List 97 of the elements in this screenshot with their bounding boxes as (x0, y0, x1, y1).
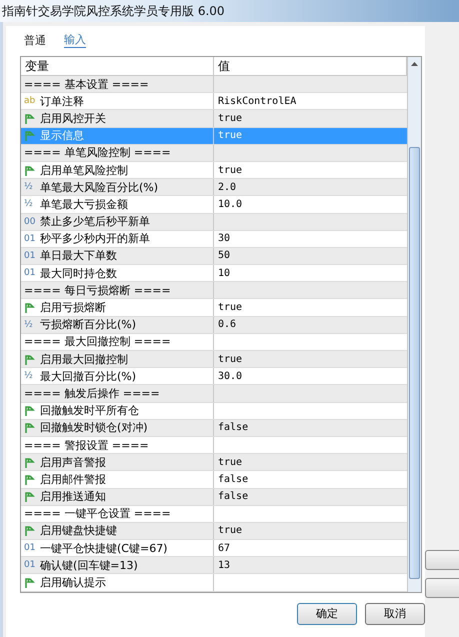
parameter-name: 确认键(回车键=13) (40, 558, 138, 573)
table-row[interactable]: 启用声音警报 true (21, 454, 407, 472)
parameter-name: ==== 一键平仓设置 ==== (24, 506, 171, 522)
flag-icon (24, 474, 36, 485)
parameter-name: 启用键盘快捷键 (40, 523, 117, 538)
parameter-name: 最大同时持仓数 (40, 266, 117, 281)
parameter-value: 10.0 (218, 198, 242, 210)
table-row[interactable]: 启用风控开关 true (21, 110, 407, 128)
parameter-name: 一键平仓快捷键(C键=67) (40, 540, 168, 556)
flag-icon (24, 405, 36, 416)
parameter-name: ==== 基本设置 ==== (24, 76, 149, 92)
flag-icon (24, 302, 36, 314)
parameter-name: 最大回撤百分比(%) (40, 368, 136, 384)
window-title: 指南针交易学院风控系统学员专用版 6.00 (2, 2, 225, 20)
parameter-name: 禁止多少笔后秒平新单 (40, 214, 150, 230)
parameter-name: 启用风控开关 (40, 110, 106, 126)
parameter-name: 秒平多少秒内开的新单 (40, 231, 150, 246)
parameter-name: 启用声音警报 (40, 454, 106, 470)
parameter-value: true (218, 302, 242, 314)
parameter-name: 单日最大下单数 (40, 248, 117, 264)
flag-icon (24, 130, 36, 142)
parameter-name: ==== 警报设置 ==== (24, 438, 149, 453)
type-icon: 01 (24, 250, 36, 261)
flag-icon (24, 112, 36, 124)
table-row[interactable]: ==== 触发后操作 ==== (21, 385, 407, 403)
dialog-button[interactable]: 取消 (365, 602, 425, 625)
parameter-name: ==== 最大回撤控制 ==== (24, 334, 171, 350)
flag-icon (24, 164, 36, 176)
table-row[interactable]: ==== 每日亏损熔断 ==== (21, 282, 407, 300)
parameter-name: 回撤触发时平所有仓 (40, 403, 139, 418)
parameter-value: false (218, 422, 248, 434)
parameter-name: 启用单笔风险控制 (40, 162, 128, 178)
table-row[interactable]: 回撤触发时锁仓(对冲) false (21, 420, 407, 437)
type-icon: ½ (24, 371, 36, 382)
parameter-name: ==== 每日亏损熔断 ==== (24, 282, 171, 298)
flag-icon (24, 354, 36, 365)
table-row[interactable]: 启用键盘快捷键 true (21, 522, 407, 540)
type-icon: 01 (24, 234, 36, 244)
parameter-value: 0.6 (218, 319, 236, 330)
parameter-name: 启用确认提示 (40, 575, 106, 590)
table-row[interactable]: ==== 单笔风险控制 ==== (21, 144, 407, 162)
parameter-value: true (218, 112, 242, 124)
flag-icon (24, 525, 36, 536)
parameter-value: 67 (218, 542, 230, 554)
type-icon: ½ (24, 320, 36, 330)
side-button[interactable] (425, 550, 459, 570)
parameter-value: 30.0 (218, 370, 242, 382)
parameter-name: 单笔最大风险百分比(%) (40, 180, 158, 195)
parameter-value: 50 (218, 250, 230, 262)
parameter-name: 订单注释 (40, 94, 84, 109)
table-row[interactable]: 启用最大回撤控制 true (21, 351, 407, 368)
parameter-value: 13 (218, 560, 230, 571)
type-icon: ½ (24, 182, 36, 192)
flag-icon (24, 456, 36, 468)
type-icon: 01 (24, 543, 36, 554)
flag-icon (24, 577, 36, 588)
parameter-name: ==== 触发后操作 ==== (24, 386, 160, 401)
table-row[interactable]: ½ 单笔最大风险百分比(%) 2.0 (21, 179, 407, 196)
parameter-value: 2.0 (218, 182, 236, 193)
parameter-name: 启用亏损熔断 (40, 300, 106, 316)
tab[interactable]: 输入 (64, 32, 86, 48)
type-icon: ½ (24, 199, 36, 210)
type-icon: 01 (24, 560, 36, 570)
table-row[interactable]: 启用确认提示 (21, 574, 407, 592)
flag-icon (24, 491, 36, 502)
parameter-value: RiskControlEA (218, 96, 296, 107)
tab[interactable]: 普通 (24, 32, 46, 48)
table-row[interactable]: 00 禁止多少笔后秒平新单 (21, 214, 407, 231)
parameter-value: 30 (218, 233, 230, 244)
parameter-value: 10 (218, 268, 230, 279)
dialog-button[interactable]: 确定 (297, 602, 357, 625)
flag-icon (24, 422, 36, 434)
table-row[interactable]: 01 单日最大下单数 50 (21, 248, 407, 266)
table-row[interactable]: ½ 亏损熔断百分比(%) 0.6 (21, 316, 407, 334)
type-icon: ab (24, 96, 36, 106)
parameter-value: true (218, 130, 242, 142)
parameter-value: true (218, 164, 242, 176)
type-icon: 01 (24, 268, 36, 278)
scrollbar[interactable] (407, 57, 421, 592)
parameter-name: 单笔最大亏损金额 (40, 196, 128, 212)
parameter-name: 启用邮件警报 (40, 472, 106, 487)
parameter-name: 显示信息 (40, 128, 84, 144)
parameter-name: 启用最大回撤控制 (40, 352, 128, 367)
parameter-value: true (218, 354, 242, 365)
table-row[interactable]: 启用推送通知 false (21, 488, 407, 506)
parameter-value: false (218, 491, 248, 502)
parameter-name: 亏损熔断百分比(%) (40, 317, 136, 332)
parameter-name: ==== 单笔风险控制 ==== (24, 145, 171, 160)
parameter-value: true (218, 525, 242, 536)
parameter-value: true (218, 456, 242, 468)
type-icon: 00 (24, 216, 36, 227)
table-row[interactable]: 01 确认键(回车键=13) 13 (21, 557, 407, 574)
parameter-value: false (218, 474, 248, 485)
table-row[interactable]: ==== 基本设置 ==== (21, 76, 407, 94)
parameter-name: 回撤触发时锁仓(对冲) (40, 420, 148, 436)
parameter-name: 启用推送通知 (40, 489, 106, 504)
side-button[interactable] (425, 578, 459, 598)
